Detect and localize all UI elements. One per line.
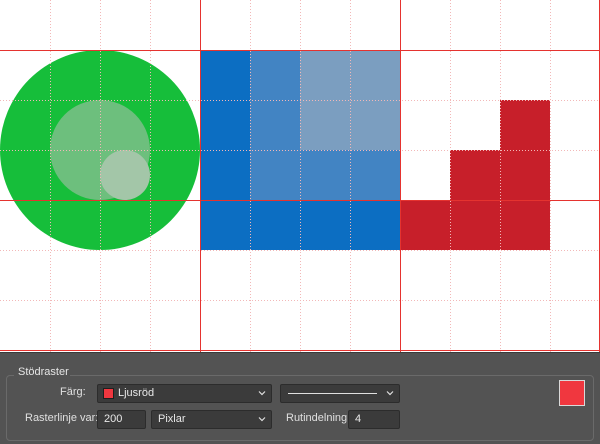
subdivisions-label: Rutindelning: bbox=[286, 412, 351, 424]
red-step-3 bbox=[500, 100, 550, 150]
chevron-down-icon bbox=[258, 417, 266, 422]
grid-color-swatch[interactable] bbox=[559, 380, 585, 406]
line-style-select[interactable] bbox=[280, 384, 400, 403]
color-swatch-icon bbox=[103, 388, 114, 399]
chevron-down-icon bbox=[386, 391, 394, 396]
gridline-every-label: Rasterlinje var: bbox=[25, 412, 99, 424]
gridline-every-input[interactable]: 200 bbox=[97, 410, 146, 429]
document-canvas[interactable] bbox=[0, 0, 600, 352]
subdivisions-input[interactable]: 4 bbox=[348, 410, 400, 429]
blue-shade-4 bbox=[250, 200, 400, 250]
chevron-down-icon bbox=[258, 391, 266, 396]
solid-line-icon bbox=[288, 393, 377, 394]
units-select-value: Pixlar bbox=[158, 413, 186, 425]
preferences-panel: Stödraster Färg: Ljusröd Rasterlinje var… bbox=[0, 352, 600, 444]
blue-shade-3 bbox=[350, 150, 400, 200]
canvas-artwork bbox=[0, 0, 600, 352]
red-step-1 bbox=[400, 200, 550, 250]
color-select[interactable]: Ljusröd bbox=[97, 384, 272, 403]
color-label: Färg: bbox=[60, 386, 86, 398]
small-light-circle bbox=[100, 150, 150, 200]
grid-section-title: Stödraster bbox=[18, 366, 69, 378]
units-select[interactable]: Pixlar bbox=[151, 410, 272, 429]
color-select-value: Ljusröd bbox=[118, 387, 155, 399]
